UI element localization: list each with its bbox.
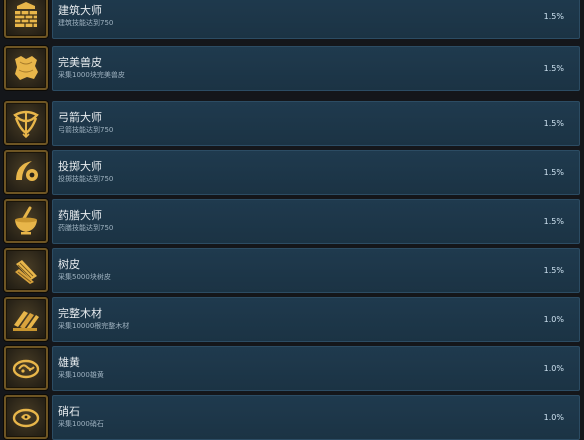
achievement-percent: 1.5% — [543, 12, 564, 21]
achievement-description: 采集5000块树皮 — [58, 273, 111, 281]
achievement-list: 建筑大师 建筑技能达到750 1.5% 完美兽皮 采集1000块完美兽皮 1.5… — [0, 0, 584, 440]
achievement-icon-frame — [4, 395, 48, 439]
achievement-bar: 弓箭大师 弓箭技能达到750 1.5% — [52, 101, 580, 146]
achievement-title: 雄黄 — [58, 356, 80, 369]
achievement-percent: 1.0% — [543, 315, 564, 324]
achievement-percent: 1.5% — [543, 64, 564, 73]
achievement-description: 建筑技能达到750 — [58, 19, 114, 27]
achievement-row[interactable]: 雄黄 采集1000雄黄 1.0% — [0, 346, 584, 392]
achievement-row[interactable]: 完美兽皮 采集1000块完美兽皮 1.5% — [0, 46, 584, 92]
achievement-description: 采集10000根完整木材 — [58, 322, 130, 330]
achievement-description: 投掷技能达到750 — [58, 175, 114, 183]
achievement-title: 完整木材 — [58, 307, 102, 320]
achievement-description: 弓箭技能达到750 — [58, 126, 114, 134]
mortar-pestle-icon — [15, 206, 37, 235]
achievement-percent: 1.5% — [543, 168, 564, 177]
wall-bricks-icon — [15, 2, 37, 27]
achievement-percent: 1.0% — [543, 364, 564, 373]
achievement-description: 采集1000硝石 — [58, 420, 104, 428]
achievement-description: 药膳技能达到750 — [58, 224, 114, 232]
achievement-bar: 完美兽皮 采集1000块完美兽皮 1.5% — [52, 46, 580, 91]
achievement-bar: 雄黄 采集1000雄黄 1.0% — [52, 346, 580, 391]
bark-icon — [15, 260, 37, 284]
achievement-bar: 硝石 采集1000硝石 1.0% — [52, 395, 580, 440]
achievement-icon-frame — [4, 46, 48, 90]
achievement-title: 弓箭大师 — [58, 111, 102, 124]
lumber-icon — [13, 311, 39, 331]
achievement-bar: 药膳大师 药膳技能达到750 1.5% — [52, 199, 580, 244]
achievement-bar: 投掷大师 投掷技能达到750 1.5% — [52, 150, 580, 195]
achievement-description: 采集1000块完美兽皮 — [58, 71, 125, 79]
achievement-title: 投掷大师 — [58, 160, 102, 173]
achievement-row[interactable]: 树皮 采集5000块树皮 1.5% — [0, 248, 584, 294]
achievement-icon-frame — [4, 0, 48, 38]
achievement-bar: 建筑大师 建筑技能达到750 1.5% — [52, 0, 580, 39]
achievement-icon-frame — [4, 101, 48, 145]
achievement-title: 树皮 — [58, 258, 80, 271]
achievement-title: 药膳大师 — [58, 209, 102, 222]
achievement-row[interactable]: 建筑大师 建筑技能达到750 1.5% — [0, 0, 584, 40]
achievement-title: 硝石 — [58, 405, 80, 418]
realgar-ore-icon — [12, 359, 40, 379]
achievement-icon-frame — [4, 297, 48, 341]
achievement-row[interactable]: 硝石 采集1000硝石 1.0% — [0, 395, 584, 440]
achievement-description: 采集1000雄黄 — [58, 371, 104, 379]
achievement-bar: 完整木材 采集10000根完整木材 1.0% — [52, 297, 580, 342]
achievement-percent: 1.5% — [543, 119, 564, 128]
achievement-row[interactable]: 药膳大师 药膳技能达到750 1.5% — [0, 199, 584, 245]
achievement-icon-frame — [4, 248, 48, 292]
achievement-icon-frame — [4, 199, 48, 243]
hide-pelt-icon — [15, 56, 38, 80]
achievement-percent: 1.0% — [543, 413, 564, 422]
achievement-row[interactable]: 完整木材 采集10000根完整木材 1.0% — [0, 297, 584, 343]
achievement-title: 完美兽皮 — [58, 56, 102, 69]
achievement-bar: 树皮 采集5000块树皮 1.5% — [52, 248, 580, 293]
achievement-percent: 1.5% — [543, 266, 564, 275]
achievement-title: 建筑大师 — [58, 4, 102, 17]
achievement-icon-frame — [4, 346, 48, 390]
saltpeter-ore-icon — [12, 408, 40, 428]
achievement-percent: 1.5% — [543, 217, 564, 226]
achievement-row[interactable]: 投掷大师 投掷技能达到750 1.5% — [0, 150, 584, 196]
bow-icon — [13, 110, 39, 139]
throw-icon — [16, 161, 38, 181]
achievement-icon-frame — [4, 150, 48, 194]
achievement-row[interactable]: 弓箭大师 弓箭技能达到750 1.5% — [0, 101, 584, 147]
